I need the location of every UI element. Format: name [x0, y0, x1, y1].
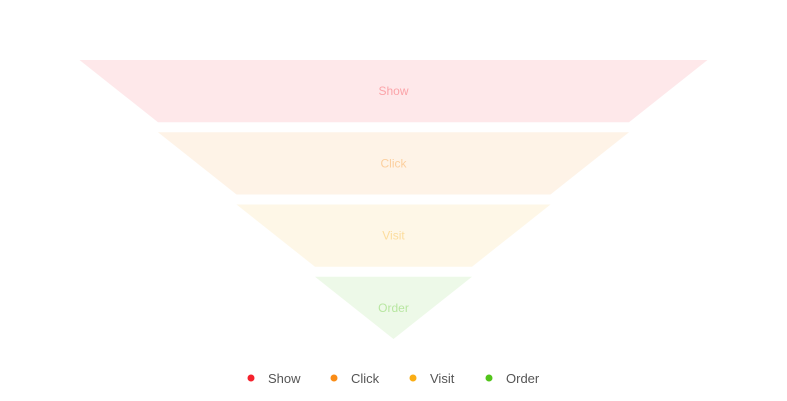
funnel-label-show: Show [378, 84, 408, 98]
legend-marker-visit [409, 374, 417, 382]
legend-marker-show [247, 374, 255, 382]
funnel-layer: Show Click Visit Order [79, 60, 708, 339]
funnel-label-click: Click [381, 156, 408, 170]
funnel-chart: Show Click Visit Order Show Click Visit Order [0, 0, 787, 401]
legend-label-click: Click [351, 371, 380, 386]
funnel-stage-show[interactable]: Show [79, 60, 708, 123]
funnel-label-visit: Visit [382, 229, 405, 243]
legend-item-visit[interactable]: Visit [409, 371, 455, 386]
funnel-stage-click[interactable]: Click [158, 132, 629, 195]
funnel-label-order: Order [378, 301, 409, 315]
legend-label-order: Order [506, 371, 540, 386]
legend-marker-click [330, 374, 338, 382]
legend-item-order[interactable]: Order [485, 371, 540, 386]
legend-label-visit: Visit [430, 371, 455, 386]
legend-item-click[interactable]: Click [330, 371, 380, 386]
legend-item-show[interactable]: Show [247, 371, 302, 386]
funnel-stage-visit[interactable]: Visit [236, 204, 551, 267]
legend-label-show: Show [268, 371, 301, 386]
funnel-chart-svg: Show Click Visit Order Show Click Visit Order [79, 60, 708, 386]
legend-marker-order [485, 374, 493, 382]
funnel-stage-order[interactable]: Order [315, 276, 472, 339]
legend: Show Click Visit Order [247, 371, 540, 386]
